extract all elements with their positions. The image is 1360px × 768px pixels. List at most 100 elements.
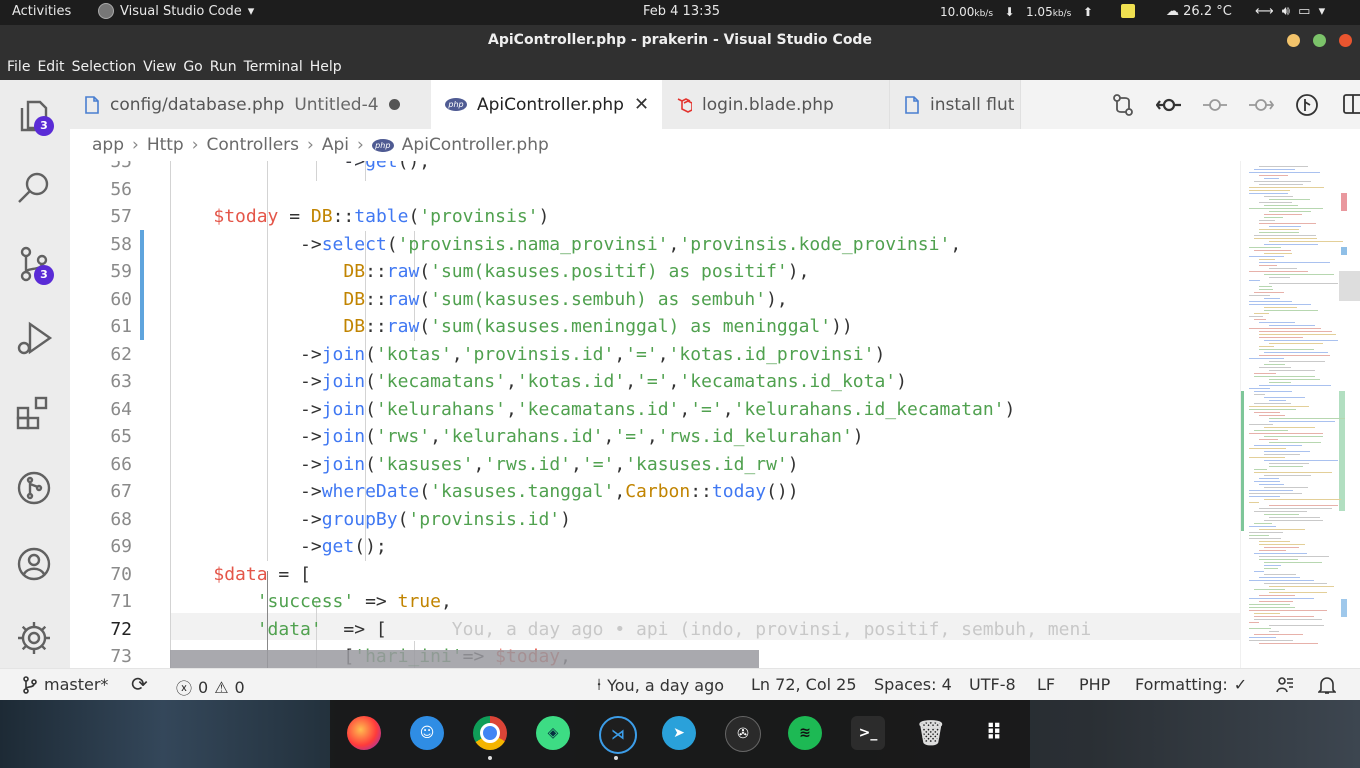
minimap-line [1254,292,1284,293]
menu-run[interactable]: Run [203,56,237,80]
feedback-button[interactable] [1275,675,1295,695]
menu-go[interactable]: Go [176,56,202,80]
branch-indicator[interactable]: master* [22,675,108,694]
chrome-icon[interactable] [473,716,507,750]
toggle-blame-button[interactable] [1284,93,1330,117]
activities-button[interactable]: Activities [12,4,71,19]
minimap-line [1269,283,1338,284]
source-control-button[interactable]: 3 [14,244,56,286]
close-icon[interactable]: ✕ [634,94,649,115]
compare-changes-button[interactable] [1100,93,1146,117]
gitlens-blame-icon [1296,94,1318,116]
minimap-line [1264,583,1327,584]
breadcrumb-app[interactable]: app [92,135,124,155]
code-editor[interactable]: 55 56 57 58 59 60 61 62 63 64 65 66 67 6… [70,161,1360,668]
minimap-line [1254,634,1303,635]
breadcrumb-controllers[interactable]: Controllers [207,135,299,155]
telegram-icon[interactable]: ➤ [662,716,696,750]
end-of-line[interactable]: LF [1037,675,1055,694]
minimap-line [1254,481,1280,482]
minimap-slider[interactable] [1339,271,1360,301]
system-menu[interactable]: ⟷ 🔊︎ ▭ ▾ [1255,4,1327,19]
error-count: 0 [198,677,209,697]
sync-icon[interactable]: ⟳ [131,672,148,696]
encoding[interactable]: UTF-8 [969,675,1016,694]
close-button[interactable] [1339,34,1352,47]
gear-icon [18,622,50,654]
split-editor-button[interactable] [1330,93,1360,117]
minimap[interactable] [1240,161,1360,668]
notifications-button[interactable] [1318,675,1336,695]
tab-install-flutter[interactable]: install flut [890,80,1021,129]
minimap-line [1259,439,1278,440]
minimap-line [1254,511,1307,512]
formatting-status[interactable]: Formatting: ✓ [1135,675,1247,694]
net-up-value: 1.05 [1025,5,1053,19]
code-line: ->join('kecamatans','kotas.id','=','keca… [170,371,907,392]
maximize-button[interactable] [1313,34,1326,47]
language-mode[interactable]: PHP [1079,675,1110,694]
breadcrumb-http[interactable]: Http [147,135,184,155]
editor-tabs: config/database.php Untitled-4 php ApiCo… [70,80,1360,129]
breadcrumb-file[interactable]: ApiController.php [402,135,549,155]
extensions-button[interactable] [14,392,56,434]
minimize-button[interactable] [1287,34,1300,47]
search-button[interactable] [14,168,56,210]
obs-icon[interactable]: ✇ [725,716,761,752]
spotify-icon[interactable]: ≋ [788,716,822,750]
notes-indicator-icon[interactable] [1121,4,1135,18]
modified-lines-indicator[interactable] [140,230,144,340]
horizontal-scrollbar[interactable] [170,650,759,668]
weather-indicator[interactable]: ☁ 26.2 °C [1166,4,1232,19]
menu-help[interactable]: Help [303,56,342,80]
manage-button[interactable] [14,618,56,660]
tab-api-controller[interactable]: php ApiController.php ✕ [431,80,663,129]
minimap-line [1259,601,1293,602]
menu-file[interactable]: File [0,56,30,80]
source-control-badge: 3 [34,265,54,285]
php-file-icon: php [371,138,394,152]
gitlens-button[interactable] [14,468,56,510]
commit-icon [1203,99,1227,111]
trash-icon[interactable]: 🗑︎ [914,716,948,750]
accounts-button[interactable] [14,544,56,586]
menu-selection[interactable]: Selection [65,56,137,80]
minimap-line [1249,448,1286,449]
menu-terminal[interactable]: Terminal [237,56,303,80]
indentation[interactable]: Spaces: 4 [874,675,952,694]
menu-view[interactable]: View [136,56,176,80]
minimap-line [1249,208,1323,209]
commit-button[interactable] [1192,93,1238,117]
run-debug-button[interactable] [14,318,56,360]
explorer-button[interactable]: 3 [14,96,56,138]
minimap-line [1264,196,1293,197]
minimap-line [1269,505,1338,506]
minimap-line [1254,376,1315,377]
clock[interactable]: Feb 4 13:35 [643,4,720,19]
cursor-position[interactable]: Ln 72, Col 25 [751,675,857,694]
android-studio-icon[interactable]: ◈ [536,716,570,750]
minimap-line [1249,406,1309,407]
code-content[interactable]: ->get(); $today = DB::table('provinsis')… [170,161,1240,668]
minimap-line [1259,484,1284,485]
minimap-line [1254,445,1302,446]
problems-indicator[interactable]: ⓧ 0 ⚠ 0 [176,675,245,699]
minimap-line [1249,172,1320,173]
vscode-icon[interactable]: ⋊ [599,716,637,754]
previous-revision-button[interactable] [1146,93,1192,117]
tab-login-blade[interactable]: login.blade.php [662,80,890,129]
next-revision-button[interactable] [1238,93,1284,117]
show-apps-icon[interactable]: ⠿ [977,716,1011,750]
firefox-icon[interactable] [347,716,381,750]
finder-icon[interactable]: ☺ [410,716,444,750]
chevron-right-icon: › [307,135,314,155]
app-menu[interactable]: Visual Studio Code ▾ [98,3,254,19]
terminal-icon[interactable]: >_ [851,716,885,750]
breadcrumb-api[interactable]: Api [322,135,349,155]
unsaved-dot-icon[interactable] [388,99,400,110]
menu-edit[interactable]: Edit [30,56,64,80]
minimap-line [1249,433,1323,434]
minimap-line [1264,568,1278,569]
tab-database-config[interactable]: config/database.php Untitled-4 [70,80,432,129]
blame-status[interactable]: ⍿ You, a day ago [597,675,724,695]
